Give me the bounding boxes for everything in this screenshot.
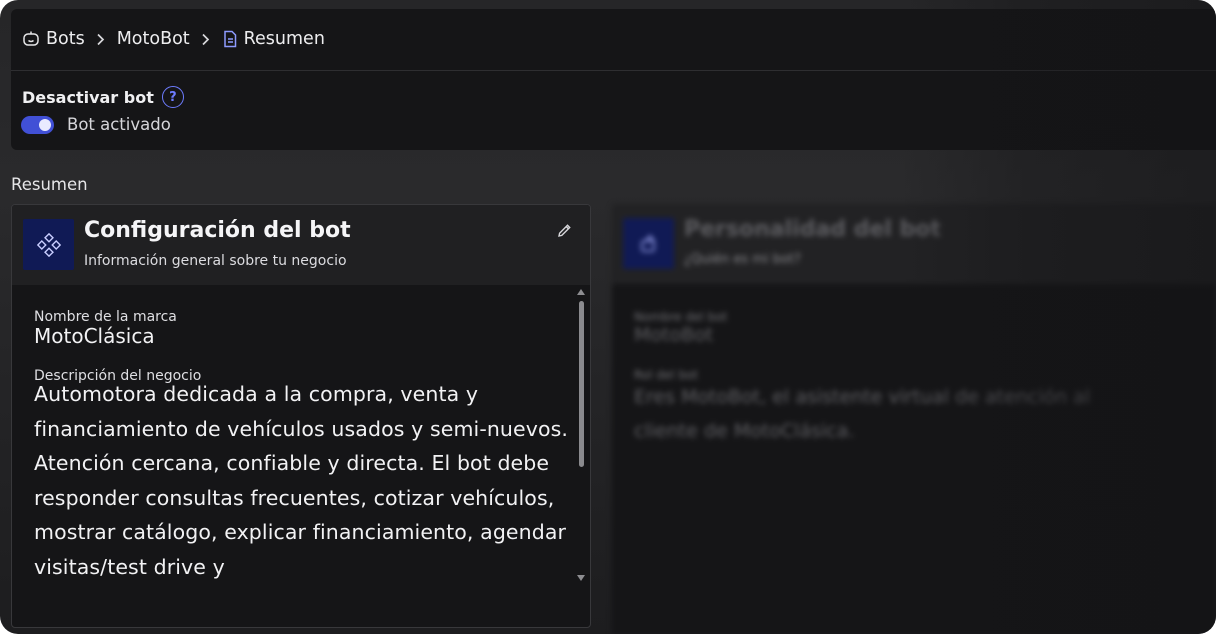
app-window: Bots MotoBot Resumen Desactivar bot ? Bo… <box>0 0 1216 634</box>
bot-head-icon <box>623 218 674 269</box>
bot-name-label: Nombre del bot <box>634 310 728 324</box>
card-title: Personalidad del bot <box>684 217 941 242</box>
toggle-label: Bot activado <box>67 115 171 134</box>
business-description-value: Automotora dedicada a la compra, venta y… <box>34 382 568 579</box>
help-icon[interactable]: ? <box>161 86 184 108</box>
card-title: Configuración del bot <box>84 218 351 243</box>
scrollbar-thumb[interactable] <box>579 301 584 467</box>
chevron-right-icon <box>201 33 210 46</box>
bot-name-value: MotoBot <box>634 324 714 346</box>
scrollbar[interactable] <box>577 287 586 587</box>
toggle-knob <box>39 118 51 131</box>
scroll-up-arrow-icon[interactable] <box>577 289 585 295</box>
brand-name-label: Nombre de la marca <box>34 309 177 325</box>
diamond-grid-icon <box>23 219 74 270</box>
card-subtitle: Información general sobre tu negocio <box>84 253 347 269</box>
bot-role-value: Eres MotoBot, el asistente virtual de at… <box>634 386 1091 442</box>
brand-name-value: MotoClásica <box>34 324 155 348</box>
bot-status-toggle-row: Bot activado <box>21 115 171 134</box>
breadcrumb-item-bots[interactable]: Bots <box>22 29 85 49</box>
deactivate-bot-heading: Desactivar bot ? <box>22 86 184 108</box>
section-title: Resumen <box>11 175 88 194</box>
breadcrumb-item-motobot[interactable]: MotoBot <box>117 29 190 49</box>
pencil-icon[interactable] <box>557 223 572 242</box>
scroll-down-arrow-icon[interactable] <box>577 575 585 581</box>
document-icon <box>222 30 238 48</box>
chevron-right-icon <box>96 33 105 46</box>
config-card: Configuración del bot Información genera… <box>11 204 591 628</box>
card-subtitle: ¿Quién es mi bot? <box>684 252 801 267</box>
personality-card: Personalidad del bot ¿Quién es mi bot? N… <box>612 204 1216 634</box>
bot-face-icon <box>22 30 40 48</box>
header-divider <box>11 70 1216 71</box>
breadcrumb: Bots MotoBot Resumen <box>22 27 325 51</box>
card-header: Personalidad del bot ¿Quién es mi bot? <box>612 204 1216 284</box>
breadcrumb-item-resumen: Resumen <box>222 29 325 49</box>
bot-active-toggle[interactable] <box>21 115 54 134</box>
card-header: Configuración del bot Información genera… <box>12 205 590 285</box>
